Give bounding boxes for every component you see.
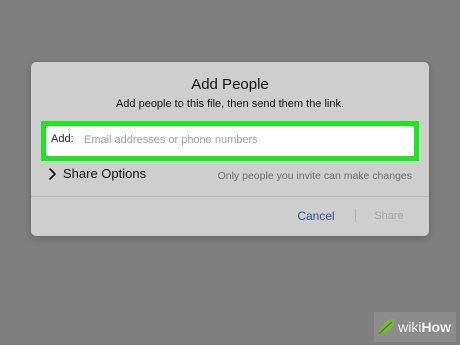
share-options-label: Share Options	[63, 166, 147, 181]
add-recipients-field[interactable]: Add:	[41, 121, 419, 161]
watermark-wiki-text: wiki	[398, 319, 422, 335]
button-separator	[355, 209, 356, 222]
dialog-divider	[31, 196, 429, 197]
share-button[interactable]: Share	[366, 206, 412, 226]
add-people-dialog: Add People Add people to this file, then…	[31, 62, 429, 236]
cancel-button[interactable]: Cancel	[287, 206, 345, 226]
recipients-input[interactable]	[84, 129, 404, 151]
leaf-logo-icon	[378, 319, 396, 335]
dialog-title: Add People	[191, 76, 269, 93]
share-options-toggle[interactable]: Share Options	[47, 166, 146, 181]
permission-note: Only people you invite can make changes	[217, 170, 412, 182]
chevron-right-icon	[49, 167, 56, 180]
wikihow-watermark: wiki How	[374, 312, 456, 342]
add-field-label: Add:	[51, 133, 74, 145]
dialog-subtitle: Add people to this file, then send them …	[115, 98, 345, 110]
watermark-how-text: How	[421, 319, 451, 335]
